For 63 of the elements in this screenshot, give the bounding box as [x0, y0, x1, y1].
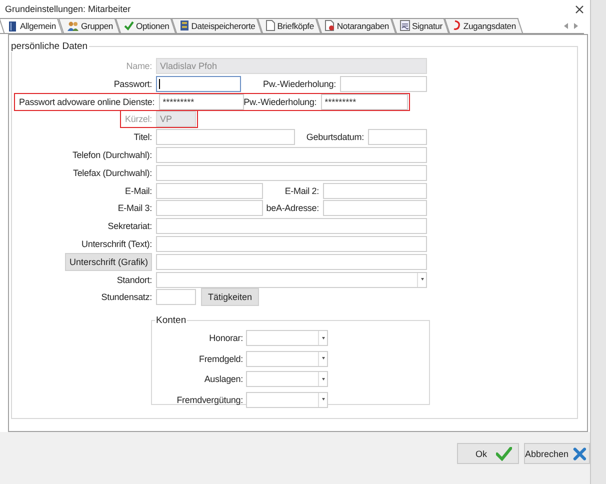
scroll-right-icon[interactable] — [574, 22, 578, 28]
dropdown-arrow-icon[interactable] — [420, 278, 424, 282]
field-label: Unterschrift (Text): — [81, 238, 153, 251]
field-label: Name: — [126, 60, 153, 73]
input-field[interactable] — [156, 218, 427, 234]
hook-icon — [453, 20, 462, 31]
field-label: Telefon (Durchwahl): — [72, 148, 153, 162]
input-field[interactable] — [340, 76, 427, 92]
dropdown-arrow-icon[interactable] — [322, 378, 324, 381]
dropdown-arrow-icon[interactable] — [322, 336, 324, 340]
people-icon — [66, 20, 79, 30]
input-field[interactable] — [156, 182, 263, 199]
field-label: Geburtsdatum: — [305, 131, 365, 144]
close-icon[interactable] — [575, 4, 584, 14]
dropdown-arrow-icon[interactable] — [322, 357, 324, 360]
input-field[interactable] — [156, 76, 241, 92]
checkmark-icon — [496, 446, 512, 460]
field-label: Standort: — [116, 274, 153, 287]
field-label: E-Mail 3: — [118, 202, 153, 216]
field-label: Sekretariat: — [108, 220, 153, 234]
input-field[interactable] — [156, 200, 263, 216]
stamped-document-icon — [324, 20, 335, 31]
input-field[interactable] — [323, 182, 427, 199]
group-title: Konten — [155, 315, 188, 326]
cross-icon — [572, 446, 586, 460]
input-field[interactable] — [368, 129, 427, 146]
field-label: Fremdgeld: — [198, 352, 244, 366]
input-field[interactable] — [156, 146, 427, 163]
field-label: Passwort: — [114, 78, 153, 91]
field-label: E-Mail: — [125, 184, 153, 198]
activities-button[interactable]: Tätigkeiten — [201, 288, 260, 306]
book-icon — [8, 20, 18, 32]
field-label: E-Mail 2: — [284, 184, 320, 198]
scroll-left-icon[interactable] — [564, 22, 568, 28]
input-field[interactable] — [156, 129, 295, 146]
field-label: Pw.-Wiederholung: — [244, 96, 318, 109]
checkmark-icon — [124, 20, 134, 30]
signed-document-icon — [400, 20, 410, 31]
field-label: Telefax (Durchwahl): — [72, 166, 153, 180]
input-field[interactable] — [156, 164, 427, 181]
ok-button[interactable]: Ok — [457, 443, 519, 464]
field-label: Pw.-Wiederholung: — [262, 78, 337, 91]
field-label: beA-Adresse: — [265, 202, 320, 216]
field-label: Honorar: — [208, 332, 244, 346]
input-field[interactable]: ********* — [320, 94, 408, 110]
cancel-button[interactable]: Abbrechen — [524, 443, 590, 464]
field-label: Auslagen: — [203, 373, 244, 386]
window-title: Grundeinstellungen: Mitarbeiter — [5, 4, 131, 14]
text-cursor — [159, 78, 160, 89]
group-title: persönliche Daten — [10, 41, 89, 52]
input-field[interactable] — [156, 254, 427, 270]
signature-image-button[interactable]: Unterschrift (Grafik) — [65, 252, 152, 271]
field-label: Stundensatz: — [101, 291, 153, 304]
document-icon — [266, 20, 276, 31]
input-field[interactable] — [156, 236, 427, 252]
input-field[interactable] — [323, 200, 427, 216]
input-field[interactable]: ********* — [158, 94, 244, 110]
field-label: Titel: — [134, 131, 153, 144]
field-label: Passwort advoware online Dienste: — [14, 92, 159, 111]
binder-icon — [180, 20, 190, 31]
field-label: Fremdvergütung: — [176, 394, 244, 407]
dropdown-arrow-icon[interactable] — [322, 398, 324, 402]
input-field[interactable] — [156, 289, 196, 306]
